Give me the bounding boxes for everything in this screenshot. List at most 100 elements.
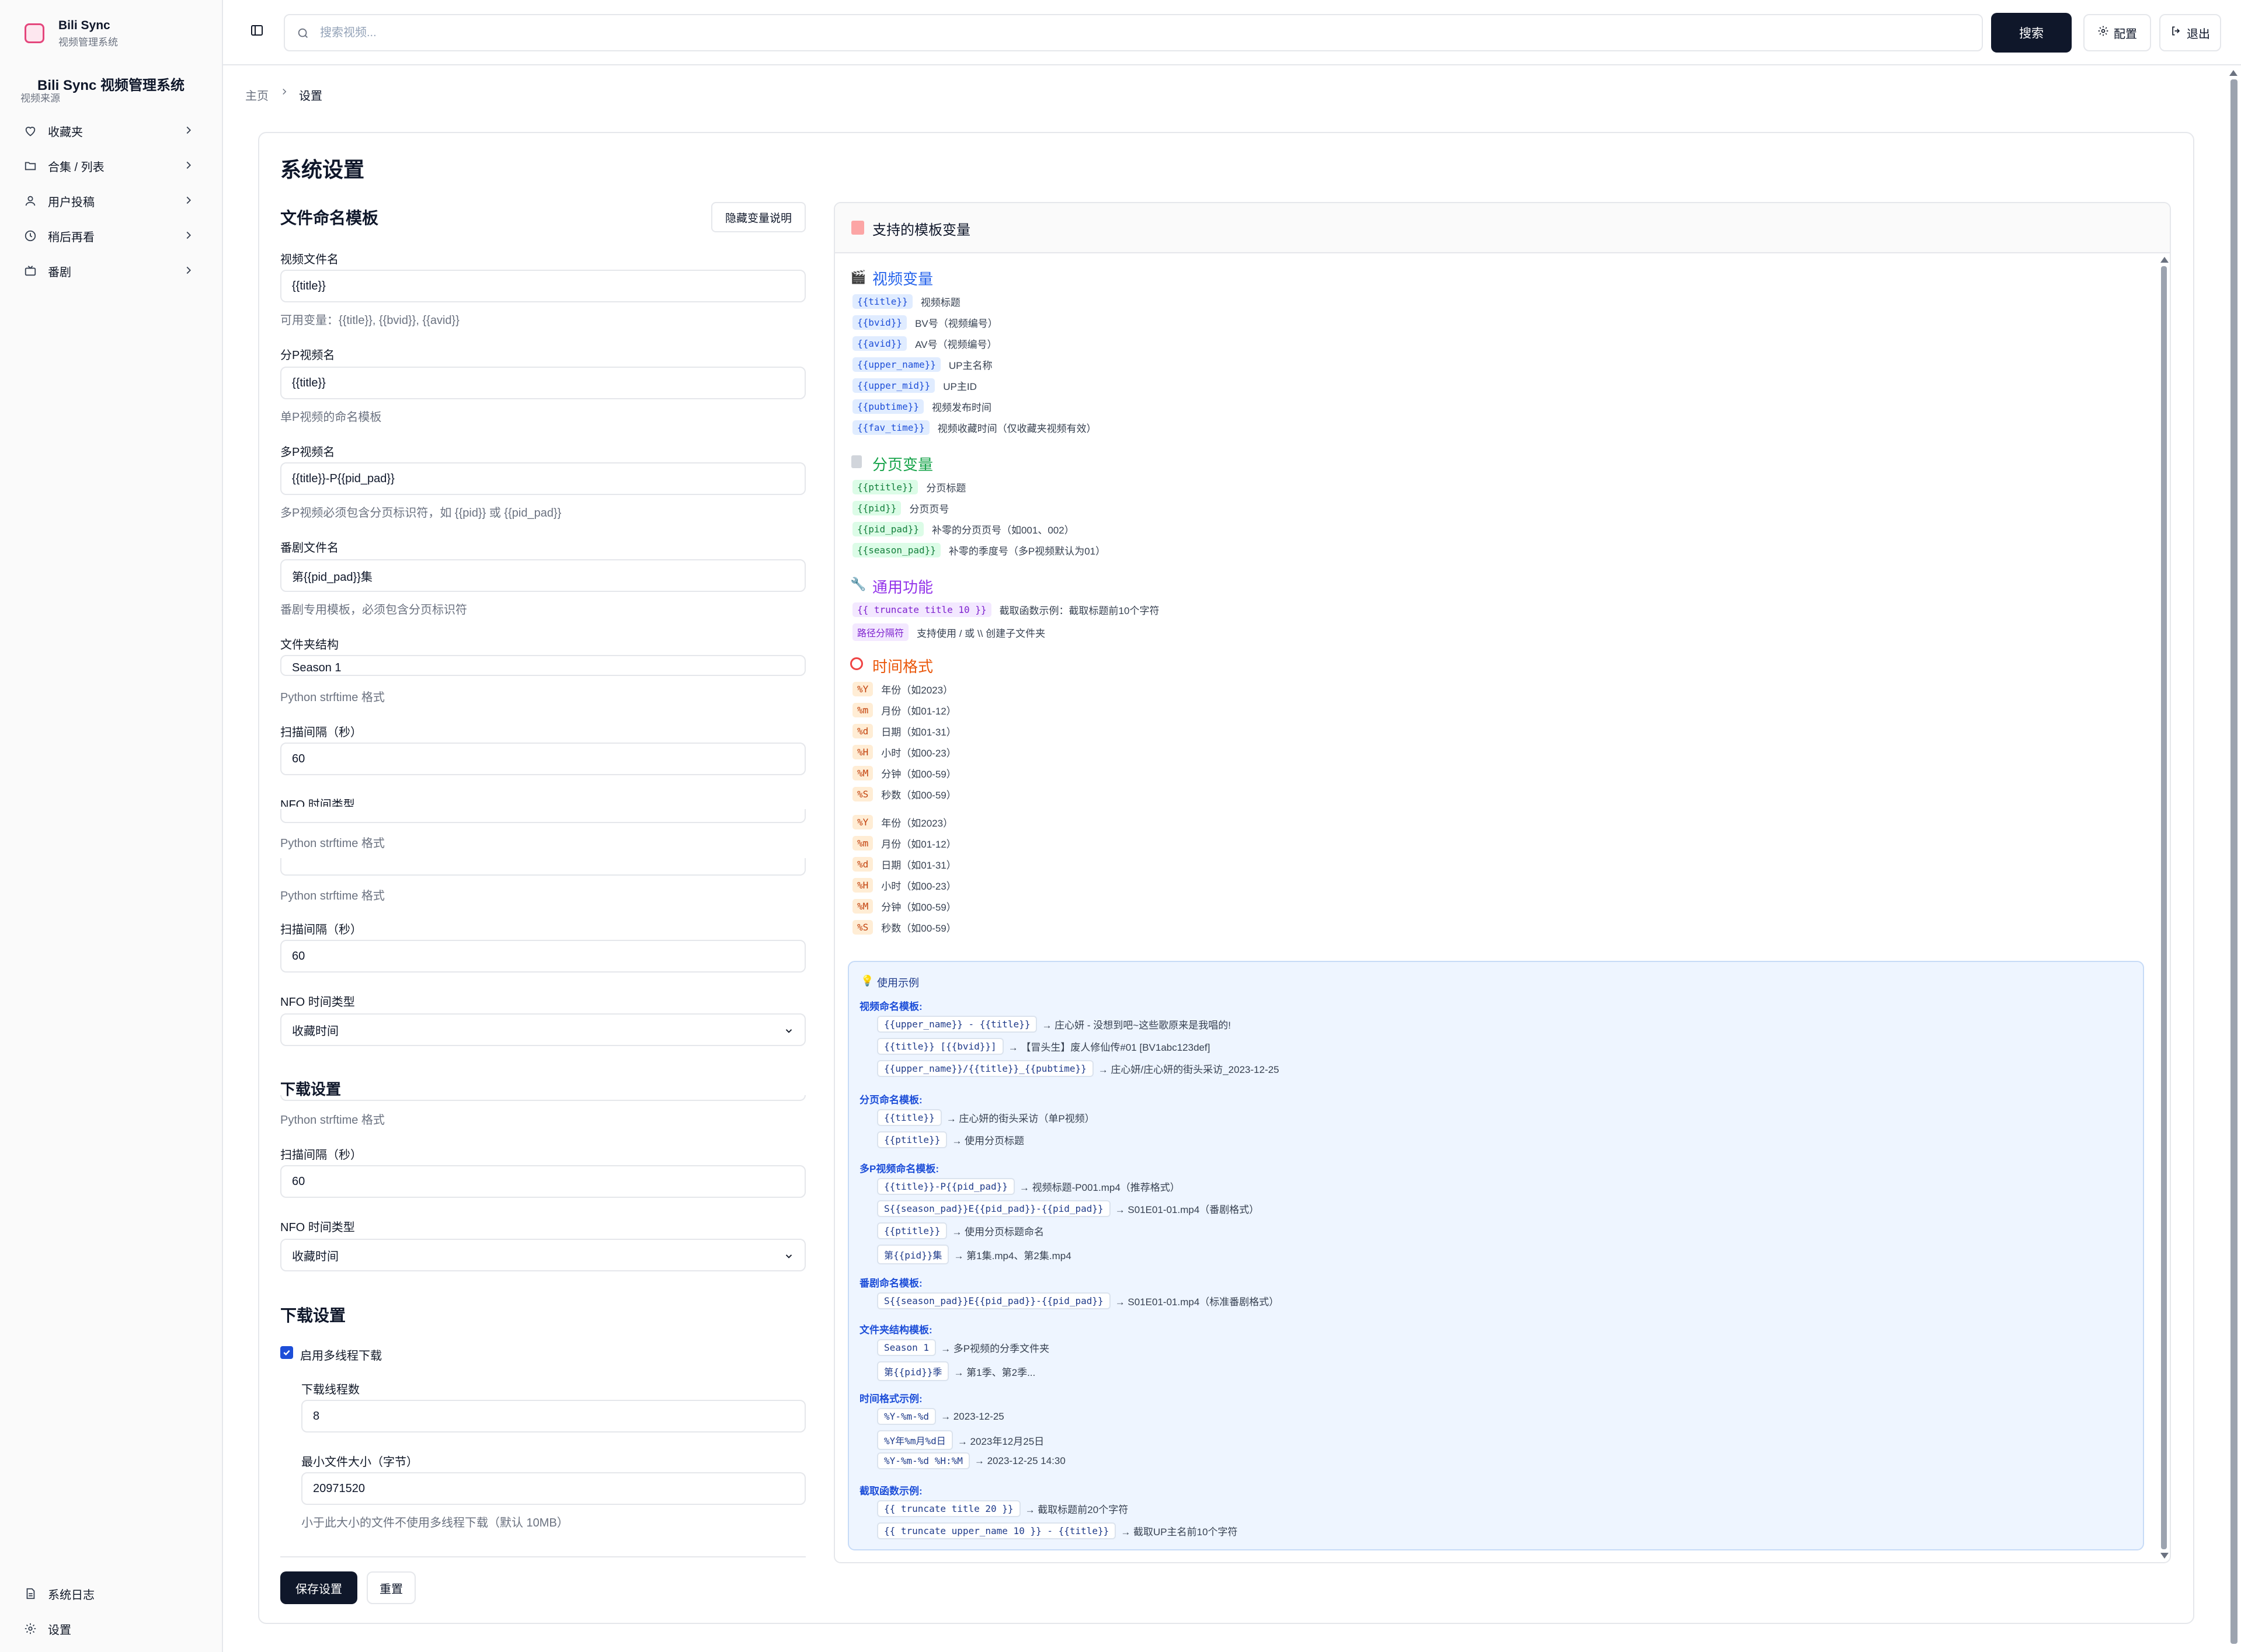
page-name-input[interactable]: {{title}} bbox=[280, 367, 806, 399]
page-title: 系统设置 bbox=[280, 158, 365, 182]
clock-icon bbox=[23, 229, 37, 243]
sidebar-item-submissions[interactable]: 用户投稿 bbox=[18, 184, 204, 217]
example-code: 第{{pid}}集 bbox=[877, 1245, 949, 1264]
sidebar-item-logs[interactable]: 系统日志 bbox=[18, 1577, 204, 1610]
reset-button[interactable]: 重置 bbox=[367, 1571, 416, 1604]
var-code: {{pid}} bbox=[852, 501, 902, 515]
divider bbox=[280, 1556, 806, 1557]
var-row: {{bvid}} BV号（视频编号） bbox=[852, 315, 998, 330]
bangumi-input[interactable]: 第{{pid_pad}}集 bbox=[280, 559, 806, 592]
scan-interval-input[interactable]: 60 bbox=[280, 940, 806, 973]
sidebar-item-favorites[interactable]: 收藏夹 bbox=[18, 114, 204, 147]
example-result: → 第1集.mp4、第2集.mp4 bbox=[954, 1250, 1071, 1261]
logout-button[interactable]: 退出 bbox=[2159, 14, 2221, 51]
example-result: → 截取标题前20个字符 bbox=[1025, 1504, 1129, 1515]
example-result: → 【冒头生】废人修仙传#01 [BV1abc123def] bbox=[1008, 1042, 1210, 1053]
var-desc: 视频发布时间 bbox=[931, 402, 991, 413]
hide-vars-button[interactable]: 隐藏变量说明 bbox=[711, 202, 806, 232]
var-row: {{upper_mid}} UP主ID bbox=[852, 378, 977, 393]
examples-title: 使用示例 bbox=[877, 977, 919, 989]
scroll-down-arrow-icon[interactable] bbox=[2160, 1553, 2169, 1559]
example-row: {{upper_name}} - {{title}} → 庄心妍 - 没想到吧~这… bbox=[877, 1016, 1231, 1033]
source-label: 视频来源 bbox=[20, 93, 60, 104]
config-button[interactable]: 配置 bbox=[2083, 14, 2151, 51]
example-result: → 第1季、第2季... bbox=[954, 1367, 1036, 1378]
sidebar-item-label: 合集 / 列表 bbox=[48, 161, 105, 174]
example-code: S{{season_pad}}E{{pid_pad}}-{{pid_pad}} bbox=[877, 1292, 1111, 1309]
folder-input[interactable]: Season 1 bbox=[280, 655, 806, 676]
nfo-time-select[interactable]: 收藏时间 bbox=[280, 1239, 806, 1271]
example-result: → S01E01-01.mp4（标准番剧格式） bbox=[1115, 1296, 1279, 1308]
nfo-time-label: NFO 时间类型 bbox=[280, 996, 355, 1009]
example-code: Season 1 bbox=[877, 1339, 937, 1356]
page-name-help: 单P视频的命名模板 bbox=[280, 411, 382, 424]
multi-page-label: 多P视频名 bbox=[280, 446, 335, 459]
example-row: {{title}}-P{{pid_pad}} → 视频标题-P001.mp4（推荐… bbox=[877, 1178, 1180, 1195]
example-row: {{ptitle}} → 使用分页标题命名 bbox=[877, 1222, 1044, 1239]
vars-panel-header: 支持的模板变量 bbox=[835, 203, 2170, 253]
breadcrumb-separator-icon bbox=[279, 86, 290, 100]
multithread-checkbox[interactable] bbox=[280, 1346, 293, 1359]
save-button[interactable]: 保存设置 bbox=[280, 1571, 357, 1604]
var-code: %M bbox=[852, 766, 874, 780]
var-desc: 月份（如01-12） bbox=[881, 839, 956, 850]
sidebar-item-label: 系统日志 bbox=[48, 1588, 95, 1602]
folder-label: 文件夹结构 bbox=[280, 639, 339, 651]
example-result: → 视频标题-P001.mp4（推荐格式） bbox=[1019, 1182, 1180, 1193]
config-label: 配置 bbox=[2114, 27, 2137, 41]
sidebar-item-bangumi[interactable]: 番剧 bbox=[18, 255, 204, 287]
var-desc: 秒数（如00-59） bbox=[881, 923, 956, 934]
var-row: %H 小时（如00-23） bbox=[852, 745, 956, 759]
sidebar: Bili Sync 视频管理系统 Bili Sync 视频管理系统 视频来源 收… bbox=[0, 0, 223, 1652]
example-heading: 分页命名模板: bbox=[859, 1095, 923, 1106]
var-desc: 分页页号 bbox=[909, 504, 949, 515]
chevron-right-icon bbox=[182, 194, 195, 210]
scroll-up-arrow-icon[interactable] bbox=[2160, 257, 2169, 263]
bangumi-label: 番剧文件名 bbox=[280, 542, 339, 555]
scan-interval-label: 扫描间隔（秒） bbox=[280, 726, 362, 739]
breadcrumb-current: 设置 bbox=[299, 90, 322, 103]
search-input[interactable] bbox=[320, 15, 1955, 50]
search-button[interactable]: 搜索 bbox=[1991, 13, 2072, 53]
scroll-up-arrow-icon[interactable] bbox=[2229, 70, 2237, 76]
example-code: {{title}}-P{{pid_pad}} bbox=[877, 1178, 1015, 1195]
breadcrumb-home[interactable]: 主页 bbox=[245, 86, 269, 103]
example-row: {{ truncate title 20 }} → 截取标题前20个字符 bbox=[877, 1500, 1128, 1517]
sidebar-item-settings[interactable]: 设置 bbox=[18, 1612, 204, 1645]
example-row: Season 1 → 多P视频的分季文件夹 bbox=[877, 1339, 1049, 1356]
var-row: {{avid}} AV号（视频编号） bbox=[852, 336, 997, 351]
sidebar-item-watch-later[interactable]: 稍后再看 bbox=[18, 219, 204, 252]
var-code: {{avid}} bbox=[852, 336, 907, 351]
example-code: %Y-%m-%d %H:%M bbox=[877, 1452, 970, 1469]
var-code: %m bbox=[852, 836, 874, 851]
video-name-input[interactable]: {{title}} bbox=[280, 270, 806, 302]
min-size-input[interactable]: 20971520 bbox=[301, 1472, 806, 1505]
time-title: 时间格式 bbox=[872, 658, 934, 675]
nfo-time-select[interactable]: 收藏时间 bbox=[280, 1013, 806, 1046]
sidebar-item-collections[interactable]: 合集 / 列表 bbox=[18, 149, 204, 182]
video-name-label: 视频文件名 bbox=[280, 253, 339, 266]
threads-input[interactable]: 8 bbox=[301, 1400, 806, 1433]
example-code: {{upper_name}} - {{title}} bbox=[877, 1016, 1038, 1033]
scan-interval-input[interactable]: 60 bbox=[280, 743, 806, 775]
strftime-help: Python strftime 格式 bbox=[280, 890, 385, 902]
scan-interval-input[interactable]: 60 bbox=[280, 1165, 806, 1198]
folder-icon bbox=[23, 159, 37, 173]
top-header: 搜索 配置 退出 bbox=[223, 0, 2241, 65]
var-row: {{title}} 视频标题 bbox=[852, 294, 961, 309]
example-row: {{ptitle}} → 使用分页标题 bbox=[877, 1131, 1024, 1148]
sidebar-toggle-icon[interactable] bbox=[250, 23, 264, 37]
chevron-down-icon bbox=[784, 1026, 794, 1040]
nfo-time-label: NFO 时间类型 bbox=[280, 1221, 355, 1234]
alarm-clock-icon bbox=[850, 657, 863, 670]
gear-icon bbox=[23, 1622, 37, 1636]
var-code: %H bbox=[852, 745, 874, 759]
multi-page-input[interactable]: {{title}}-P{{pid_pad}} bbox=[280, 462, 806, 495]
page-scrollbar[interactable] bbox=[2230, 79, 2237, 1644]
var-desc: AV号（视频编号） bbox=[915, 339, 997, 350]
sidebar-item-label: 稍后再看 bbox=[48, 231, 95, 244]
vars-panel-scrollbar[interactable] bbox=[2161, 266, 2167, 1549]
var-desc: 小时（如00-23） bbox=[881, 748, 956, 759]
var-code: %M bbox=[852, 899, 874, 914]
var-desc: UP主ID bbox=[943, 381, 977, 392]
